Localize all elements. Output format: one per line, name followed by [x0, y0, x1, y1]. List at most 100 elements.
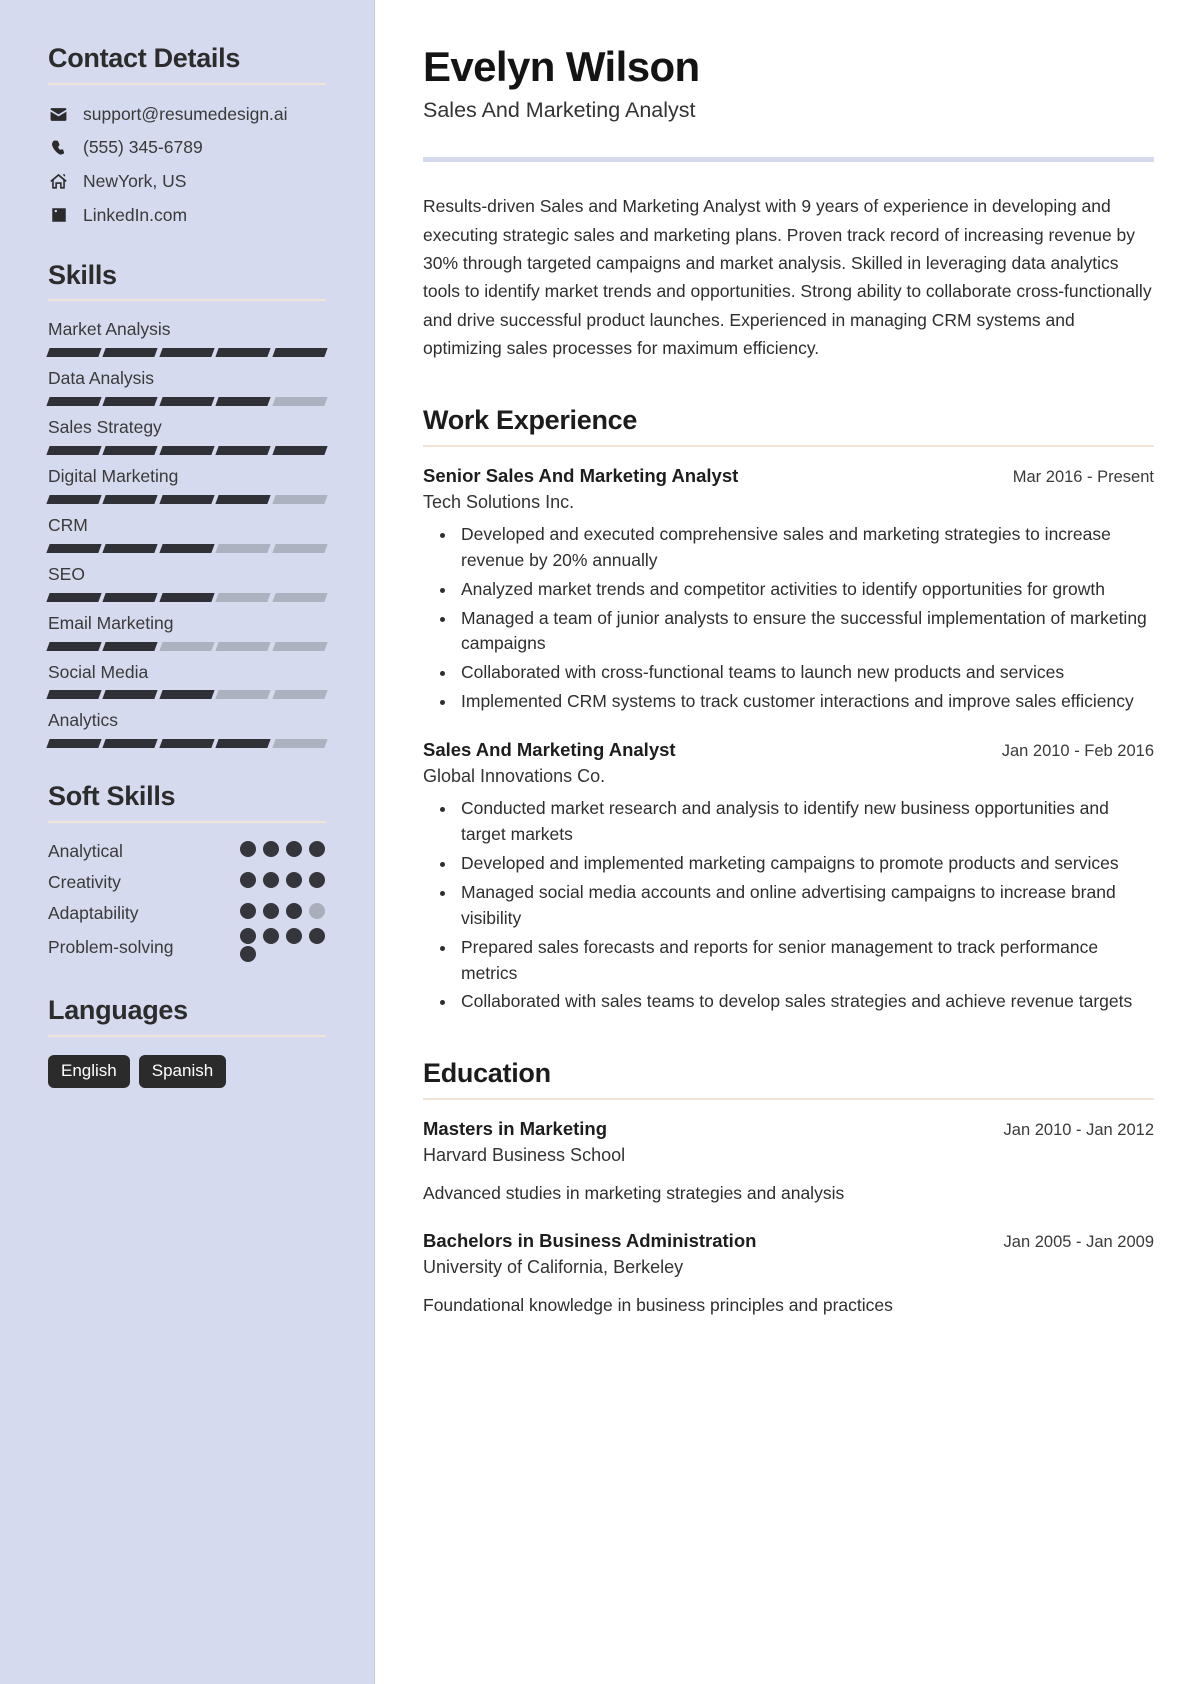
section-divider — [423, 1097, 1154, 1100]
skill-level-segment — [46, 592, 103, 602]
skill-level-segment — [102, 348, 159, 358]
skill-level-segment — [271, 690, 328, 700]
soft-skill-dot — [240, 840, 256, 857]
skill-item: Sales Strategy — [46, 417, 328, 455]
skill-level-segment — [271, 592, 328, 602]
soft-skill-rating — [240, 902, 326, 919]
contact-value: NewYork, US — [83, 171, 187, 192]
skill-label: Digital Marketing — [48, 466, 179, 486]
employer-name: Tech Solutions Inc. — [423, 491, 575, 512]
skill-level-segment — [159, 446, 215, 455]
soft-skill-dot — [286, 840, 302, 857]
skill-level-segment — [271, 739, 328, 749]
soft-skill-dot — [309, 902, 325, 919]
soft-skill-dot — [240, 927, 256, 944]
work-bullet: Prepared sales forecasts and reports for… — [457, 935, 1154, 987]
skill-level-segment — [159, 592, 215, 602]
skill-item: SEO — [46, 563, 328, 602]
skill-level-segment — [102, 397, 159, 407]
work-entry-header: Senior Sales And Marketing Analyst Mar 20… — [423, 464, 1154, 488]
soft-skills-section: Soft Skills Analytical Creativity Adaptabi… — [48, 782, 326, 962]
soft-skill-dot — [240, 945, 256, 962]
soft-skill-dot — [309, 871, 325, 888]
soft-skill-dot — [240, 871, 256, 888]
section-divider — [48, 820, 326, 823]
soft-skill-dot — [263, 902, 279, 919]
skill-level-segment — [46, 348, 103, 358]
work-bullet: Collaborated with cross-functional teams… — [457, 660, 1154, 686]
skill-level-segment — [271, 397, 328, 407]
soft-skill-item: Analytical — [48, 840, 326, 863]
institution-name: University of California, Berkeley — [423, 1256, 684, 1277]
language-tag: English — [48, 1054, 130, 1089]
work-bullet: Implemented CRM systems to track custome… — [457, 689, 1154, 715]
skill-label: Email Marketing — [48, 612, 174, 633]
skill-item: Data Analysis — [46, 368, 328, 407]
work-entry: Senior Sales And Marketing Analyst Mar 20… — [423, 464, 1154, 715]
skill-level-segment — [215, 397, 272, 407]
skill-level-segment — [215, 592, 272, 602]
education-description: Advanced studies in marketing strategies… — [423, 1183, 845, 1203]
soft-skill-dot — [240, 902, 256, 919]
work-bullet: Developed and executed comprehensive sal… — [457, 522, 1154, 574]
work-experience-heading: Work Experience — [423, 405, 638, 436]
skill-item: Email Marketing — [46, 612, 328, 651]
soft-skill-item: Problem-solving — [48, 927, 326, 962]
skill-level-bar — [46, 397, 328, 407]
skill-label: Market Analysis — [48, 319, 171, 340]
skill-level-segment — [102, 641, 159, 651]
sidebar: Contact Details support@resumedesign.ai (… — [0, 0, 375, 1684]
skill-level-segment — [215, 348, 272, 358]
degree-title: Masters in Marketing — [423, 1117, 608, 1139]
header-accent-bar — [423, 157, 1154, 163]
section-divider — [48, 299, 326, 302]
contact-item[interactable]: NewYork, US — [48, 170, 326, 193]
professional-summary: Results-driven Sales and Marketing Analy… — [423, 196, 1152, 358]
skill-level-bar — [46, 348, 328, 358]
contact-item[interactable]: support@resumedesign.ai — [48, 103, 326, 126]
skill-level-segment — [46, 397, 103, 407]
work-experience-list: Senior Sales And Marketing Analyst Mar 20… — [423, 464, 1154, 1015]
contact-value: LinkedIn.com — [83, 204, 188, 225]
skill-item: Social Media — [46, 662, 328, 700]
contact-item[interactable]: LinkedIn.com — [48, 204, 326, 227]
soft-skill-item: Adaptability — [48, 902, 326, 925]
home-icon — [48, 172, 69, 191]
soft-skill-dot — [286, 871, 302, 888]
job-title: Senior Sales And Marketing Analyst — [423, 464, 739, 486]
skill-level-segment — [102, 446, 159, 455]
phone-icon — [48, 139, 69, 157]
skill-item: CRM — [46, 515, 328, 553]
skill-level-segment — [159, 739, 215, 749]
skill-label: SEO — [48, 563, 85, 584]
section-divider — [48, 1034, 326, 1037]
skill-level-bar — [46, 494, 328, 504]
skill-level-segment — [159, 690, 215, 700]
skill-level-segment — [271, 348, 328, 358]
soft-skill-rating — [240, 871, 326, 888]
job-date-range: Jan 2010 - Feb 2016 — [1001, 742, 1154, 761]
education-list: Masters in Marketing Jan 2010 - Jan 2012 H… — [423, 1117, 1154, 1319]
skill-level-segment — [46, 690, 103, 700]
contact-value: support@resumedesign.ai — [83, 103, 288, 124]
job-date-range: Mar 2016 - Present — [1012, 467, 1154, 486]
soft-skill-dot — [309, 927, 325, 944]
candidate-name: Evelyn Wilson — [423, 43, 700, 90]
soft-skill-label: Problem-solving — [48, 937, 174, 958]
work-entry: Sales And Marketing Analyst Jan 2010 - Fe… — [423, 738, 1154, 1015]
education-heading: Education — [423, 1058, 551, 1089]
skill-level-segment — [102, 494, 159, 504]
skill-level-segment — [159, 397, 215, 407]
skill-label: Sales Strategy — [48, 417, 162, 438]
employer-name: Global Innovations Co. — [423, 765, 606, 786]
skill-level-segment — [159, 641, 215, 651]
work-bullet: Conducted market research and analysis t… — [457, 796, 1154, 848]
skill-level-bar — [46, 739, 328, 749]
soft-skills-list: Analytical Creativity Adaptability Problem-… — [48, 840, 326, 962]
skill-item: Market Analysis — [46, 319, 328, 358]
education-entry: Masters in Marketing Jan 2010 - Jan 2012 H… — [423, 1117, 1154, 1206]
soft-skills-heading: Soft Skills — [48, 781, 176, 812]
soft-skill-label: Analytical — [48, 841, 123, 862]
contact-item[interactable]: (555) 345-6789 — [48, 136, 326, 159]
languages-list: English Spanish — [48, 1054, 326, 1089]
